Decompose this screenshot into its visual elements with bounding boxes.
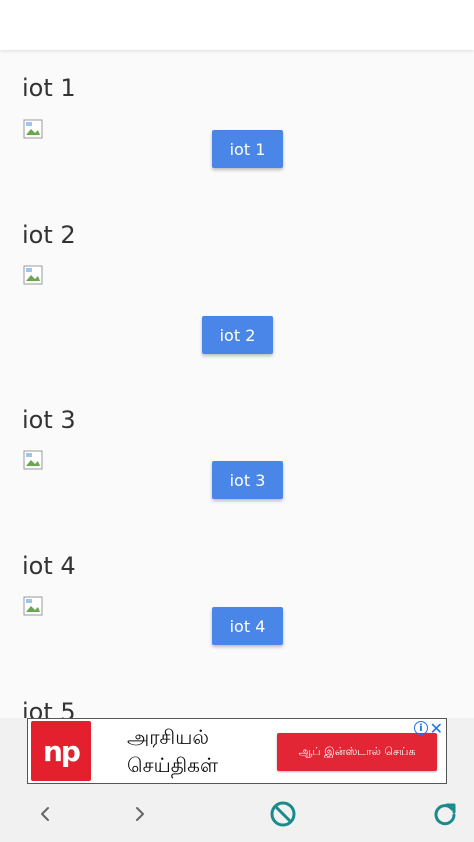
chevron-left-icon	[41, 807, 49, 821]
back-button[interactable]	[22, 790, 70, 838]
close-icon[interactable]: ✕	[430, 719, 443, 738]
broken-image-icon	[23, 596, 43, 616]
ad-headline-line-1: அரசியல்	[127, 725, 209, 749]
broken-image-icon	[23, 450, 43, 470]
page: iot 1 iot 1 iot 2 iot 2 iot 3 iot 3 iot …	[0, 0, 474, 842]
top-app-bar	[0, 0, 474, 50]
section-title-iot-1: iot 1	[22, 74, 76, 102]
iot-1-button[interactable]: iot 1	[212, 130, 283, 168]
broken-image-icon	[23, 119, 43, 139]
ad-logo: np	[31, 721, 91, 781]
section-title-iot-2: iot 2	[22, 221, 76, 249]
ad-headline: அரசியல் செய்திகள்	[127, 723, 218, 779]
ad-headline-line-2: செய்திகள்	[127, 753, 219, 777]
ad-install-button[interactable]: ஆப் இன்ஸ்டால் செய்க	[277, 733, 437, 771]
bottom-nav-bar	[0, 790, 474, 842]
chevron-right-icon	[136, 807, 144, 821]
info-icon[interactable]: i	[414, 721, 428, 735]
iot-2-button[interactable]: iot 2	[202, 316, 273, 354]
iot-4-button[interactable]: iot 4	[212, 607, 283, 645]
forward-button[interactable]	[115, 790, 163, 838]
broken-image-icon	[23, 265, 43, 285]
refresh-button[interactable]	[421, 790, 469, 838]
ad-banner[interactable]: np அரசியல் செய்திகள் ஆப் இன்ஸ்டால் செய்க…	[27, 718, 447, 784]
refresh-icon	[434, 803, 456, 826]
iot-3-button[interactable]: iot 3	[212, 461, 283, 499]
section-title-iot-4: iot 4	[22, 552, 76, 580]
section-title-iot-3: iot 3	[22, 406, 76, 434]
stop-button[interactable]	[259, 790, 307, 838]
block-icon	[270, 801, 296, 827]
